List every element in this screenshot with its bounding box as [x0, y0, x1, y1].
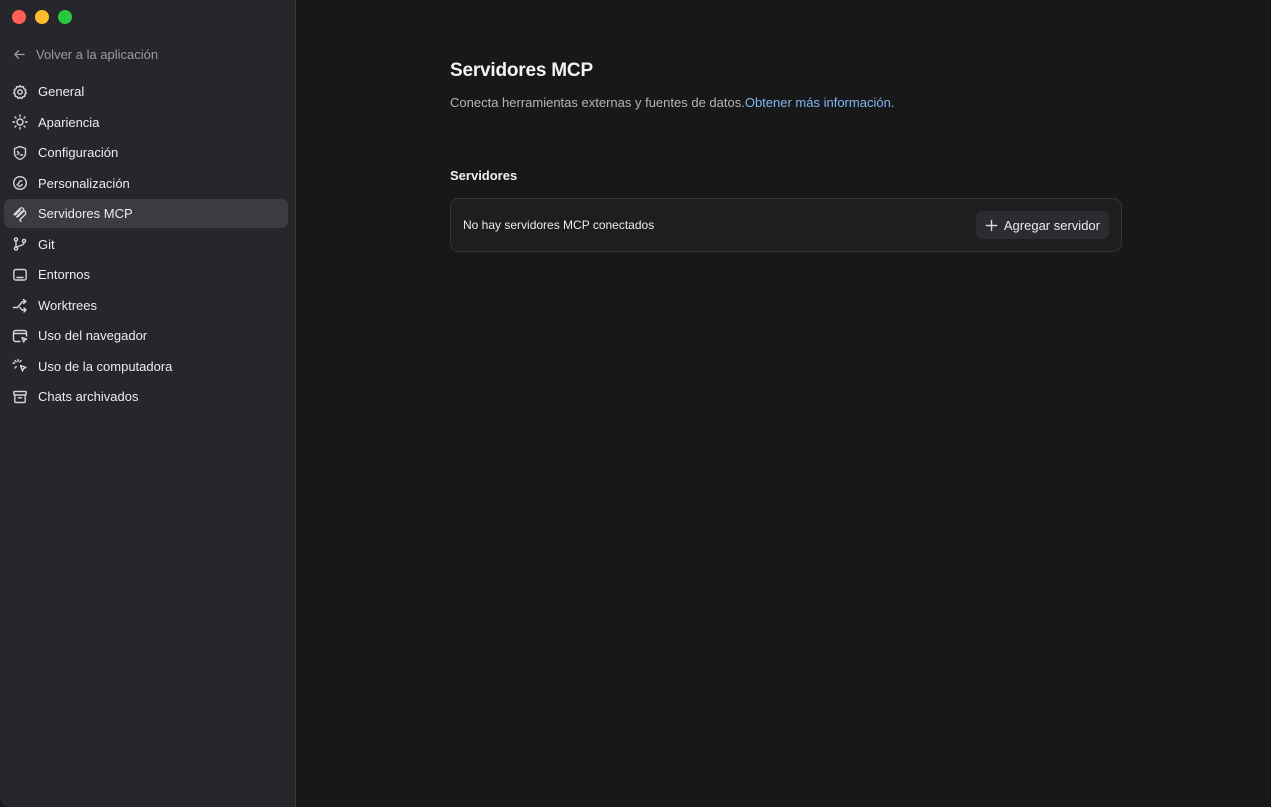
sidebar-item-label: Uso de la computadora	[38, 358, 173, 374]
page-title: Servidores MCP	[450, 60, 593, 81]
servers-section-title: Servidores	[450, 168, 518, 183]
main-panel: Servidores MCP Conecta herramientas exte…	[297, 0, 1271, 807]
sidebar-item-label: Configuración	[38, 145, 119, 160]
sidebar-item-personalization[interactable]: Personalización	[4, 169, 288, 198]
sidebar-item-label: Entornos	[38, 267, 91, 282]
sidebar-item-label: Apariencia	[38, 114, 100, 130]
back-to-app-link[interactable]: Volver a la aplicación	[12, 44, 158, 64]
gear-icon	[12, 84, 28, 100]
add-server-button[interactable]: Agregar servidor	[975, 211, 1109, 239]
sidebar-item-label: Chats archivados	[38, 389, 139, 404]
window-controls	[12, 10, 72, 24]
sidebar-item-general[interactable]: General	[4, 77, 288, 106]
sidebar-item-worktrees[interactable]: Worktrees	[4, 291, 288, 320]
pointer-click-icon	[12, 358, 28, 374]
sidebar-item-label: Servidores MCP	[38, 206, 133, 221]
swirl-icon	[12, 175, 28, 191]
sidebar-item-label: Worktrees	[38, 297, 97, 313]
servers-card: No hay servidores MCP conectados Agregar…	[450, 198, 1122, 252]
empty-servers-message: No hay servidores MCP conectados	[463, 218, 655, 232]
sidebar-item-archived-chats[interactable]: Chats archivados	[4, 382, 288, 411]
arrow-left-icon	[14, 49, 25, 59]
settings-window: Volver a la aplicación General Aparienci…	[0, 0, 1271, 807]
browser-cursor-icon	[12, 328, 28, 344]
plus-icon	[985, 219, 998, 231]
mcp-settings-content: Servidores MCP Conecta herramientas exte…	[450, 60, 1122, 252]
sidebar-item-mcp-servers[interactable]: Servidores MCP	[4, 199, 288, 228]
page-description: Conecta herramientas externas y fuentes …	[450, 95, 745, 110]
sidebar-item-git[interactable]: Git	[4, 230, 288, 259]
zoom-window-button[interactable]	[58, 10, 72, 24]
sidebar-item-computer-use[interactable]: Uso de la computadora	[4, 352, 288, 381]
archive-icon	[12, 389, 28, 405]
sidebar-item-label: Personalización	[38, 175, 130, 191]
sidebar-item-appearance[interactable]: Apariencia	[4, 108, 288, 137]
sidebar-item-label: Uso del navegador	[38, 328, 148, 343]
sidebar-item-label: General	[38, 84, 85, 99]
page-subtitle: Conecta herramientas externas y fuentes …	[450, 95, 1122, 110]
shield-terminal-icon	[12, 145, 28, 161]
minimize-window-button[interactable]	[35, 10, 49, 24]
sidebar-item-configuration[interactable]: Configuración	[4, 138, 288, 167]
sidebar: Volver a la aplicación General Aparienci…	[0, 0, 296, 807]
learn-more-link[interactable]: Obtener más información.	[745, 95, 895, 110]
sun-icon	[12, 114, 28, 130]
sidebar-item-label: Git	[38, 236, 55, 252]
close-window-button[interactable]	[12, 10, 26, 24]
sidebar-item-environments[interactable]: Entornos	[4, 260, 288, 289]
monitor-icon	[12, 267, 28, 283]
settings-nav: General Apariencia Configuración Persona…	[4, 77, 288, 413]
mcp-icon	[12, 206, 28, 222]
git-branch-icon	[12, 236, 28, 252]
add-server-label: Agregar servidor	[1003, 217, 1100, 233]
back-to-app-label: Volver a la aplicación	[36, 46, 159, 62]
worktree-icon	[12, 297, 28, 313]
sidebar-item-browser-use[interactable]: Uso del navegador	[4, 321, 288, 350]
